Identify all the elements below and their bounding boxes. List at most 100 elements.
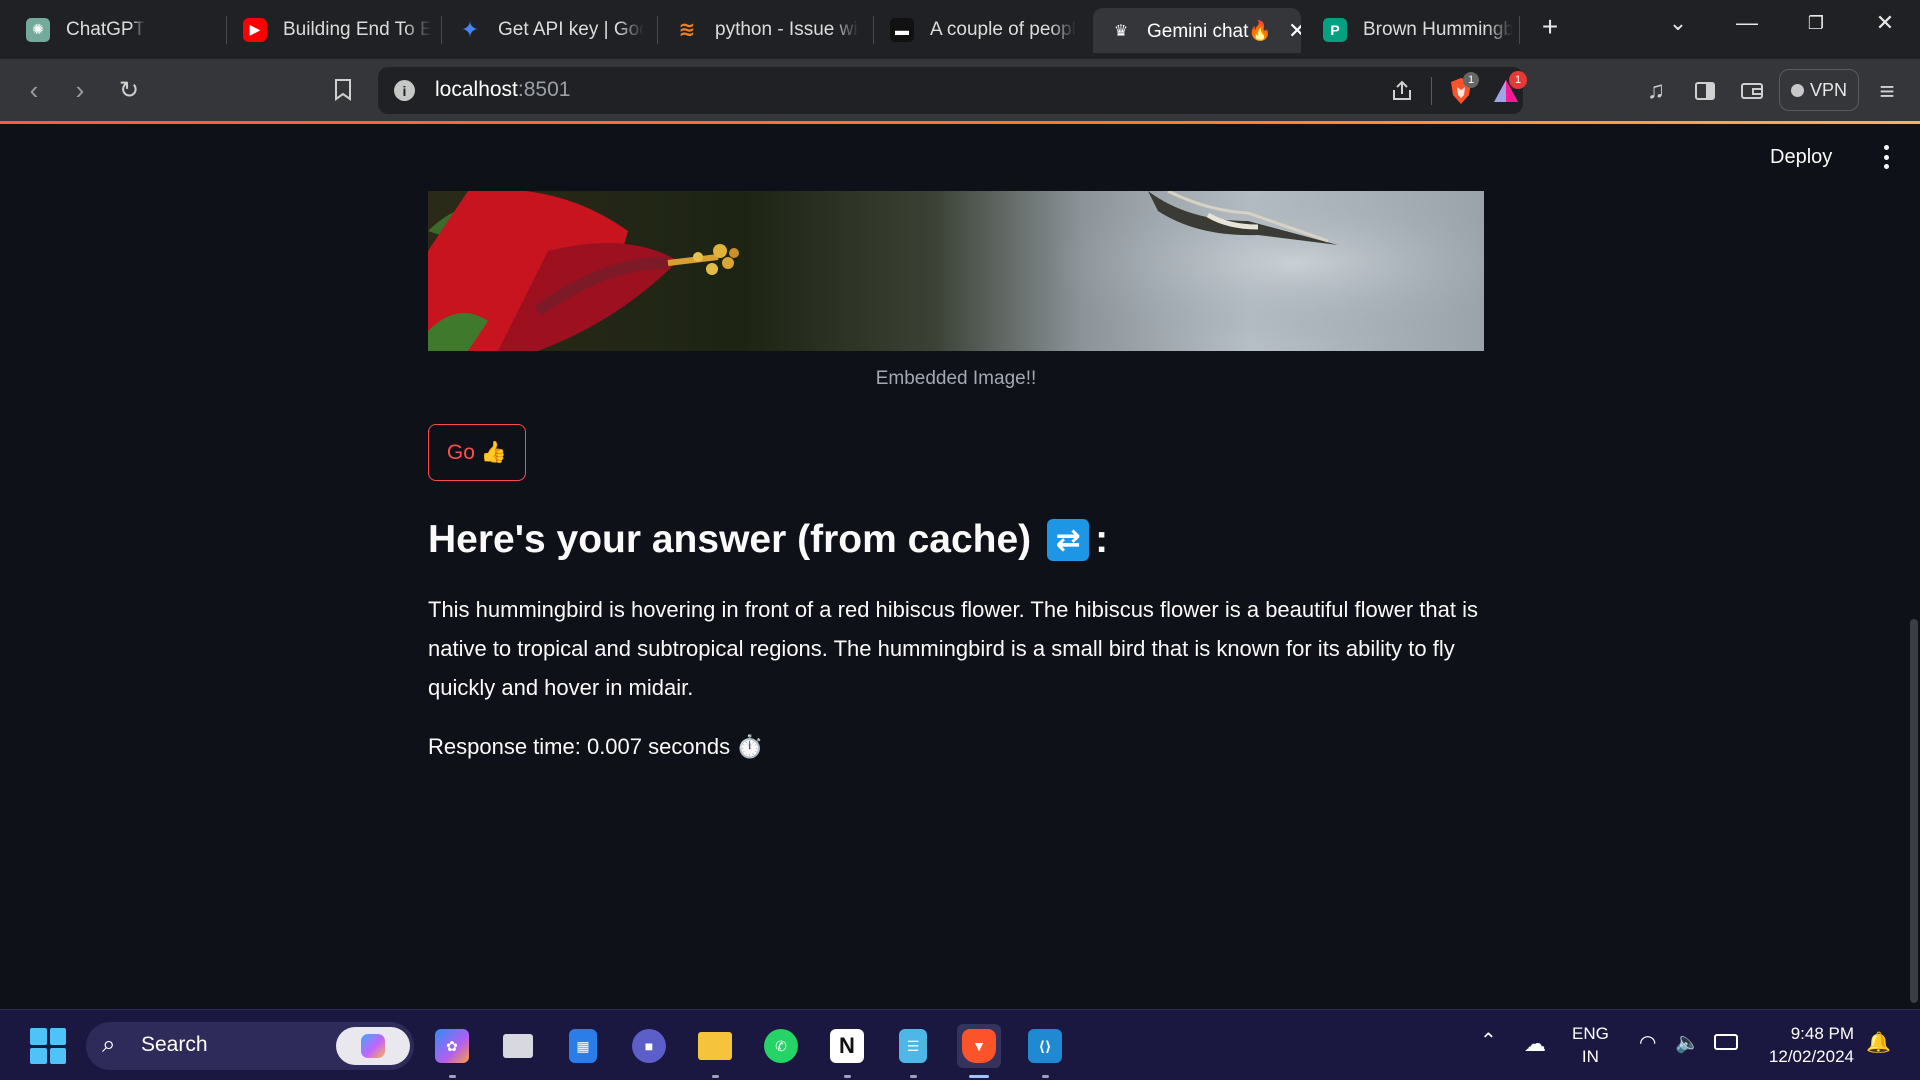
response-time-text: Response time: 0.007 seconds bbox=[428, 734, 731, 759]
wifi-icon[interactable]: ◠ bbox=[1639, 1032, 1656, 1055]
teams-icon[interactable]: ■ bbox=[627, 1024, 671, 1068]
shields-count-badge: 1 bbox=[1463, 72, 1479, 88]
onedrive-icon[interactable]: ☁ bbox=[1524, 1032, 1546, 1055]
forward-button[interactable]: › bbox=[63, 73, 97, 107]
bookmark-icon bbox=[335, 79, 351, 101]
copilot-icon[interactable] bbox=[336, 1027, 410, 1065]
address-host: localhost bbox=[435, 78, 518, 101]
tab-divider bbox=[441, 16, 442, 44]
windows-start-icon[interactable] bbox=[30, 1028, 66, 1064]
refresh-icon: ⇄ bbox=[1047, 519, 1090, 561]
file-explorer-icon[interactable] bbox=[693, 1024, 737, 1078]
youtube-icon: ▶ bbox=[243, 17, 267, 42]
tab-divider bbox=[1519, 16, 1520, 44]
vpn-label: VPN bbox=[1809, 79, 1847, 100]
wallet-icon[interactable] bbox=[1736, 75, 1768, 107]
tab-chatgpt[interactable]: ✺ ChatGPT bbox=[26, 8, 216, 51]
search-icon: ⌕ bbox=[102, 1031, 116, 1058]
page-scrollbar[interactable] bbox=[1910, 619, 1918, 1003]
site-info-icon[interactable]: i bbox=[394, 80, 415, 101]
task-view-icon[interactable] bbox=[496, 1024, 540, 1068]
address-text[interactable]: localhost:8501 bbox=[435, 78, 570, 102]
tray-overflow-chevron-icon[interactable]: ⌃ bbox=[1480, 1030, 1497, 1053]
go-button[interactable]: Go 👍 bbox=[428, 424, 526, 481]
tab-gemini-chat[interactable]: ♛ Gemini chat🔥 ✕ bbox=[1093, 8, 1301, 53]
sidebar-glyph bbox=[1695, 82, 1715, 100]
language-indicator[interactable]: ENG IN bbox=[1572, 1022, 1609, 1068]
files-app-icon[interactable]: ▦ bbox=[561, 1024, 605, 1068]
ai-studio-icon: ✦ bbox=[460, 16, 480, 42]
whatsapp-icon[interactable]: ✆ bbox=[759, 1024, 803, 1068]
close-window-button[interactable]: ✕ bbox=[1865, 6, 1905, 40]
tab-youtube[interactable]: ▶ Building End To En bbox=[243, 8, 431, 51]
embedded-image bbox=[428, 191, 1484, 351]
clock-date: 12/02/2024 bbox=[1768, 1047, 1854, 1066]
battery-icon[interactable] bbox=[1714, 1034, 1738, 1050]
language-line1: ENG bbox=[1572, 1024, 1609, 1043]
new-tab-button[interactable]: + bbox=[1530, 10, 1570, 44]
brave-shields-icon[interactable]: 1 bbox=[1446, 72, 1479, 106]
bookmark-button[interactable] bbox=[326, 73, 360, 107]
tab-title: Gemini chat🔥 bbox=[1147, 20, 1273, 42]
media-icon[interactable]: ♫ bbox=[1640, 75, 1672, 107]
wallet-glyph bbox=[1741, 83, 1763, 99]
vpn-button[interactable]: VPN bbox=[1779, 69, 1859, 111]
browser-toolbar: ‹ › ↻ i localhost:8501 1 1 ♫ VPN ≡ bbox=[0, 59, 1920, 121]
tab-title: python - Issue with bbox=[715, 18, 859, 40]
tab-search-chevron-icon[interactable]: ⌄ bbox=[1658, 6, 1698, 40]
tab-unsplash[interactable]: ▬ A couple of people bbox=[890, 8, 1076, 51]
pexels-icon: P bbox=[1323, 17, 1347, 42]
chatgpt-icon: ✺ bbox=[26, 17, 50, 42]
notification-bell-icon[interactable]: 🔔 bbox=[1866, 1032, 1891, 1055]
minimize-button[interactable]: — bbox=[1727, 6, 1767, 40]
tab-divider bbox=[657, 16, 658, 44]
copilot-pre-app-icon[interactable]: ✿ bbox=[430, 1024, 474, 1078]
thumbs-up-icon: 👍 bbox=[480, 440, 508, 464]
notion-icon[interactable]: N bbox=[825, 1024, 869, 1078]
deploy-button[interactable]: Deploy bbox=[1770, 146, 1832, 169]
restore-button[interactable]: ❐ bbox=[1796, 6, 1836, 40]
response-time: Response time: 0.007 seconds ⏱️ bbox=[428, 734, 764, 760]
tab-title: A couple of people bbox=[930, 18, 1076, 40]
tab-stackoverflow[interactable]: ≋ python - Issue with bbox=[675, 8, 859, 51]
toolbar-divider bbox=[1431, 77, 1432, 105]
browser-tab-strip: ✺ ChatGPT ▶ Building End To En ✦ Get API… bbox=[0, 0, 1920, 59]
volume-icon[interactable]: 🔈 bbox=[1675, 1032, 1700, 1055]
clock[interactable]: 9:48 PM 12/02/2024 bbox=[1758, 1022, 1854, 1068]
tab-title: Get API key | Goog bbox=[498, 18, 644, 40]
close-tab-icon[interactable]: ✕ bbox=[1288, 18, 1301, 44]
vpn-status-icon bbox=[1790, 83, 1804, 97]
tab-divider bbox=[226, 16, 227, 44]
hummingbird-hibiscus-photo bbox=[428, 191, 1484, 351]
unsplash-icon: ▬ bbox=[890, 17, 914, 42]
app-menu-icon[interactable] bbox=[1874, 142, 1898, 172]
taskbar-search[interactable]: ⌕ Search bbox=[86, 1022, 414, 1070]
tab-title: Brown Hummingb bbox=[1363, 18, 1513, 40]
tab-pexels[interactable]: P Brown Hummingb bbox=[1323, 8, 1513, 51]
stackoverflow-icon: ≋ bbox=[678, 19, 696, 41]
answer-heading: Here's your answer (from cache) ⇄ : bbox=[428, 518, 1108, 562]
main-menu-icon[interactable]: ≡ bbox=[1871, 75, 1903, 107]
vscode-icon[interactable]: ⟨⟩ bbox=[1023, 1024, 1067, 1078]
reload-button[interactable]: ↻ bbox=[112, 73, 146, 107]
image-caption: Embedded Image!! bbox=[875, 368, 1037, 389]
back-button[interactable]: ‹ bbox=[17, 73, 51, 107]
share-icon[interactable] bbox=[1387, 77, 1417, 105]
answer-text: This hummingbird is hovering in front of… bbox=[428, 597, 1478, 700]
answer-heading-colon: : bbox=[1095, 518, 1109, 561]
brave-rewards-icon[interactable]: 1 bbox=[1491, 71, 1527, 106]
address-bar[interactable]: i localhost:8501 1 1 bbox=[378, 67, 1527, 114]
brave-browser-icon[interactable]: ▼ bbox=[957, 1024, 1001, 1078]
streamlit-app: Deploy Embedded Image!! Go 👍 Here's your… bbox=[0, 124, 1920, 1009]
stopwatch-icon: ⏱️ bbox=[736, 734, 764, 759]
rewards-count-badge: 1 bbox=[1509, 71, 1527, 89]
windows-taskbar: ⌕ Search ✿ ▦ ■ ✆ N ☰ ▼ ⟨⟩ ⌃ ☁ ENG IN ◠ 🔈… bbox=[0, 1009, 1920, 1080]
notepad-icon[interactable]: ☰ bbox=[891, 1024, 935, 1078]
go-button-label: Go bbox=[446, 440, 475, 464]
address-port: :8501 bbox=[517, 78, 571, 101]
share-icon-glyph bbox=[1393, 80, 1411, 100]
tab-get-api-key[interactable]: ✦ Get API key | Goog bbox=[458, 8, 644, 51]
tab-title: ChatGPT bbox=[66, 18, 146, 40]
streamlit-crown-icon: ♛ bbox=[1113, 22, 1129, 40]
sidebar-toggle-icon[interactable] bbox=[1689, 75, 1721, 107]
